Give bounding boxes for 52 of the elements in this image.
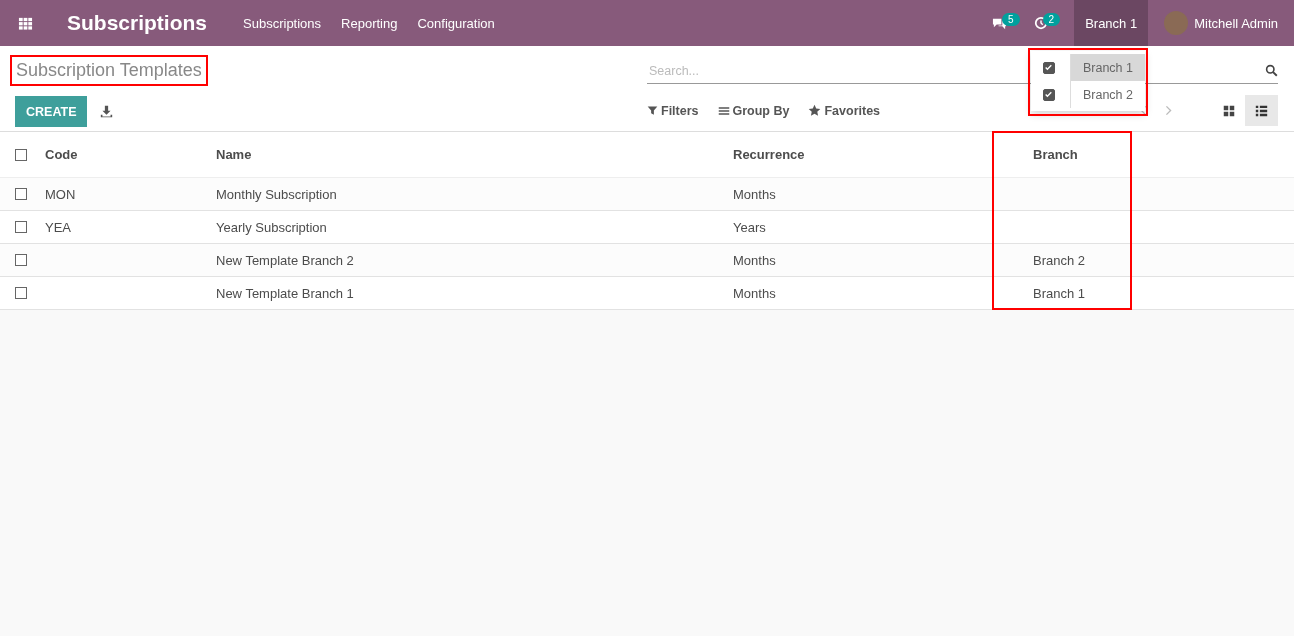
column-header[interactable]: Branch (1032, 147, 1294, 162)
table-cell-text: Months (732, 186, 777, 202)
page-title: Subscription Templates (10, 55, 208, 86)
checkbox[interactable] (15, 221, 27, 233)
check-icon (1044, 90, 1054, 99)
list-icon (1255, 104, 1268, 117)
column-header[interactable]: Name (215, 147, 732, 162)
company-switcher[interactable]: Branch 1 (1074, 0, 1149, 46)
menu-item[interactable]: Subscriptions (243, 15, 322, 31)
checkbox[interactable] (1043, 61, 1055, 74)
checkbox[interactable] (15, 188, 27, 200)
search-option[interactable]: Filters (647, 103, 699, 118)
star-icon (808, 104, 822, 117)
chevron-right-icon (1163, 104, 1174, 117)
grid-icon (16, 15, 34, 31)
table-cell-text: MON (44, 186, 77, 202)
menu-item[interactable]: Configuration (417, 15, 495, 31)
column-header[interactable]: Code (44, 147, 215, 162)
view-switch-button[interactable] (1245, 95, 1278, 126)
table-cell-text: Years (732, 219, 767, 235)
activity-count[interactable]: 2 (1042, 12, 1061, 26)
checkbox[interactable] (1043, 88, 1055, 101)
table-cell-text: Branch 1 (1032, 285, 1087, 301)
checkbox[interactable] (15, 287, 27, 299)
app-title: Subscriptions (67, 11, 208, 35)
check-icon (1044, 63, 1054, 72)
table-cell-text: Branch 2 (1032, 252, 1087, 268)
create-button[interactable]: CREATE (15, 96, 88, 127)
search-icon (1265, 64, 1278, 77)
table-cell-text: Yearly Subscription (215, 219, 328, 235)
bars-icon (717, 104, 730, 117)
table-cell-text: New Template Branch 2 (215, 252, 355, 268)
table-cell-text: Months (732, 252, 777, 268)
table-cell-text: Months (732, 285, 777, 301)
message-count[interactable]: 5 (1002, 12, 1020, 26)
company-option[interactable]: Branch 1 (1069, 54, 1145, 81)
search-option[interactable]: Favorites (808, 103, 881, 118)
search-option[interactable]: Group By (717, 103, 790, 118)
grid-icon (1222, 104, 1235, 117)
user-avatar (1164, 11, 1189, 35)
table-cell-text: YEA (44, 219, 72, 235)
user-name[interactable]: Mitchell Admin (1194, 15, 1278, 31)
company-option[interactable]: Branch 2 (1069, 81, 1145, 108)
checkbox[interactable] (15, 148, 27, 161)
download-icon (100, 105, 114, 118)
clock-icon (1033, 16, 1048, 30)
checkbox[interactable] (15, 254, 27, 266)
table-cell-text: Monthly Subscription (215, 186, 338, 202)
column-header[interactable]: Recurrence (732, 147, 1032, 162)
table-cell-text: New Template Branch 1 (215, 285, 355, 301)
funnel-icon (647, 105, 658, 116)
menu-item[interactable]: Reporting (341, 15, 398, 31)
